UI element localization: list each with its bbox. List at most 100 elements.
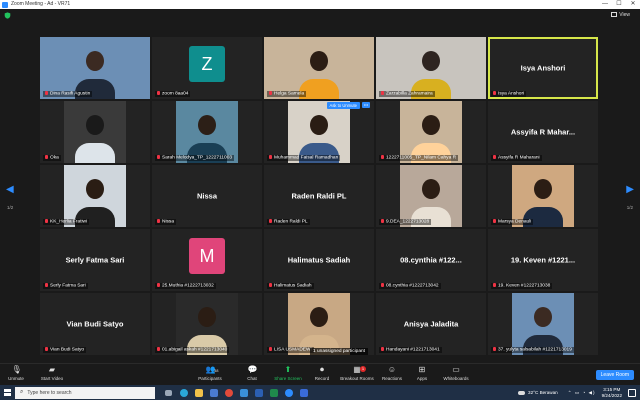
participant-tile[interactable]: Assyifa R Mahar... Assyifa R Maharani: [488, 101, 598, 163]
taskbar-clock[interactable]: 3:15 PM 9/24/2022: [602, 387, 622, 398]
security-shield-icon[interactable]: [4, 12, 11, 19]
participant-display-name: 19. Keven #1221...: [510, 255, 576, 265]
participant-video: [64, 101, 126, 163]
muted-microphone-icon: [493, 218, 496, 223]
participant-tile[interactable]: Nissa Nissa: [152, 165, 262, 227]
participant-name-label: 1222711005_TP_Nilam Cahya R: [379, 154, 459, 161]
participant-name-label: 08.cynthia #1222713042: [379, 282, 441, 289]
participant-tile[interactable]: Halimatus Sadiah Halimatus Sadiah: [264, 229, 374, 291]
participant-tile[interactable]: Anisya Jaladita Handayani #1221713041: [376, 293, 486, 355]
zoom-taskbar-icon[interactable]: [282, 386, 295, 399]
apps-label: Apps: [416, 376, 428, 381]
mail-icon[interactable]: [237, 386, 250, 399]
ask-to-unmute-button[interactable]: Ask to Unmute: [326, 102, 360, 109]
close-button[interactable]: ✕: [626, 0, 640, 9]
previous-page-arrow-icon[interactable]: ◀: [6, 185, 14, 195]
breakout-rooms-badge: 1: [360, 366, 366, 372]
start-video-button[interactable]: ▰ Start Video: [32, 366, 72, 382]
participant-tile[interactable]: Serly Fatma Sari Serly Fatma Sari: [40, 229, 150, 291]
whiteboards-button[interactable]: ▭ Whiteboards: [436, 366, 476, 382]
participant-name-label: Isya Anshori: [491, 90, 527, 97]
chat-button[interactable]: 💬 Chat: [232, 366, 272, 382]
minimize-button[interactable]: —: [598, 0, 612, 9]
more-options-icon[interactable]: •••: [362, 102, 370, 108]
muted-microphone-icon: [157, 218, 160, 223]
participant-tile[interactable]: 08.cynthia #122... 08.cynthia #1222713042: [376, 229, 486, 291]
participant-tile[interactable]: 19. Keven #1221... 19. Keven #1222713038: [488, 229, 598, 291]
muted-microphone-icon: [157, 90, 160, 95]
participants-button[interactable]: 👥 38 Participants: [190, 366, 230, 382]
weather-widget[interactable]: 32°C Berawan: [518, 390, 558, 395]
participant-tile[interactable]: Helga Samela: [264, 37, 374, 99]
video-app-icon[interactable]: [297, 386, 310, 399]
muted-microphone-icon: [381, 282, 384, 287]
participant-name-label: Helga Samela: [267, 90, 307, 97]
muted-microphone-icon: [157, 346, 160, 351]
excel-icon[interactable]: [267, 386, 280, 399]
unassigned-participant-notice[interactable]: 1 unassigned participant: [310, 348, 369, 355]
page-indicator-left: 1/2: [7, 205, 14, 210]
participant-tile[interactable]: Marsya Denauli: [488, 165, 598, 227]
participants-label: Participants: [198, 376, 222, 381]
participant-head: [534, 306, 552, 327]
participant-head: [310, 306, 328, 327]
participant-tile[interactable]: Raden Raldi PL Raden Raldi PL: [264, 165, 374, 227]
participant-name-label: 19. Keven #1222713038: [491, 282, 553, 289]
participant-tile[interactable]: LISA USMADEWI: [264, 293, 374, 355]
start-button[interactable]: [0, 385, 14, 400]
participant-tile[interactable]: Isya Anshori Isya Anshori: [488, 37, 598, 99]
participant-gallery: Dina Rasifi Agustin Zzoom 8aa04 Helga Same…: [40, 37, 600, 357]
participant-tile[interactable]: KK_Herlia Fratiwi: [40, 165, 150, 227]
weather-condition: Berawan: [539, 390, 558, 395]
participant-tile[interactable]: Muhammad Faisal Ramadhan Ask to Unmute •••: [264, 101, 374, 163]
edge-browser-icon[interactable]: [177, 386, 190, 399]
notification-icon[interactable]: [628, 388, 636, 397]
file-explorer-icon[interactable]: [192, 386, 205, 399]
muted-microphone-icon: [269, 218, 272, 223]
muted-microphone-icon: [493, 90, 496, 95]
participant-name-label: LISA USMADEWI: [267, 346, 314, 353]
view-button[interactable]: View: [611, 12, 630, 18]
muted-microphone-icon: [269, 154, 272, 159]
leave-room-button[interactable]: Leave Room: [595, 370, 634, 380]
participant-tile[interactable]: Zzoom 8aa04: [152, 37, 262, 99]
word-icon[interactable]: [252, 386, 265, 399]
muted-microphone-icon: [381, 218, 384, 223]
muted-microphone-icon: [381, 90, 384, 95]
participant-tile[interactable]: M 25.Muthia #1222713032: [152, 229, 262, 291]
breakout-rooms-button[interactable]: ▦ 1 Breakout Rooms: [337, 366, 377, 382]
task-view-icon[interactable]: [162, 386, 175, 399]
participant-name-label: 25.Muthia #1222713032: [155, 282, 216, 289]
chrome-icon[interactable]: [222, 386, 235, 399]
participant-head: [422, 178, 440, 199]
participant-tile[interactable]: Sarah Melodya_TP_1222711003: [152, 101, 262, 163]
taskbar-search-box[interactable]: ⌕ Type here to search: [15, 386, 155, 399]
record-button[interactable]: ⏺ Record: [302, 365, 342, 382]
muted-microphone-icon: [493, 154, 496, 159]
participant-head: [86, 178, 104, 199]
next-page-arrow-icon[interactable]: ▶: [626, 185, 634, 195]
participant-tile[interactable]: Vian Budi Satyo Vian Budi Satyo: [40, 293, 150, 355]
participant-tile[interactable]: Dina Rasifi Agustin: [40, 37, 150, 99]
tray-icons[interactable]: ⌃ ▭ ◔ ◀): [568, 390, 596, 396]
participant-tile[interactable]: Zarzabilla Zahramaira: [376, 37, 486, 99]
store-icon[interactable]: [207, 386, 220, 399]
unmute-button[interactable]: 🎙 Unmute: [0, 366, 36, 382]
reactions-label: Reactions: [381, 376, 402, 381]
cloud-icon: [518, 390, 526, 395]
muted-microphone-icon: [269, 282, 272, 287]
window-title: Zoom Meeting - Ad - VR71: [11, 1, 71, 7]
muted-microphone-icon: [493, 346, 496, 351]
participant-head: [310, 114, 328, 135]
search-icon: ⌕: [20, 389, 24, 395]
record-icon: ⏺: [320, 365, 324, 374]
participant-tile[interactable]: 1222711005_TP_Nilam Cahya R: [376, 101, 486, 163]
participant-tile[interactable]: 37. yulyta salsabilah #1221713019: [488, 293, 598, 355]
participant-name-label: Serly Fatma Sari: [43, 282, 88, 289]
apps-grid-icon: ⊞: [418, 365, 426, 374]
participant-tile[interactable]: Oka: [40, 101, 150, 163]
participant-tile[interactable]: 01.abigail askah #1221713040: [152, 293, 262, 355]
maximize-button[interactable]: ☐: [612, 0, 626, 9]
participant-head: [534, 178, 552, 199]
participant-tile[interactable]: 9.DEA_1222713028: [376, 165, 486, 227]
